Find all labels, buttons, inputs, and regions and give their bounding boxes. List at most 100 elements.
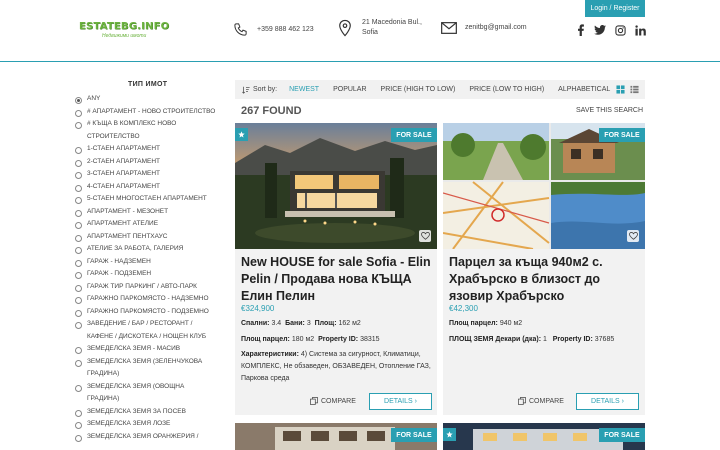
spec-label: Площ парцел: xyxy=(449,320,498,327)
spec-value: 3.4 xyxy=(271,320,282,327)
sort-option-popular[interactable]: POPULAR xyxy=(333,86,366,93)
favorite-heart-icon[interactable] xyxy=(419,230,431,242)
filter-label-line: ЗЕМЕДЕЛСКА ЗЕМЯ ОРАНЖЕРИЯ / xyxy=(87,432,199,440)
for-sale-badge: FOR SALE xyxy=(599,128,645,142)
radio-button[interactable] xyxy=(75,347,82,354)
filter-option-label: ЗЕМЕДЕЛСКА ЗЕМЯ ЗА ПОСЕВ xyxy=(87,406,186,419)
for-sale-badge: FOR SALE xyxy=(391,428,437,442)
contact-phone[interactable]: +359 888 462 123 xyxy=(233,22,314,37)
filter-option-label: АТЕЛИЕ ЗА РАБОТА, ГАЛЕРИЯ xyxy=(87,243,183,256)
radio-button[interactable] xyxy=(75,184,82,192)
compare-button[interactable]: COMPARE xyxy=(518,397,564,405)
logo-tagline: Недвижими имоти xyxy=(102,32,147,39)
twitter-icon[interactable] xyxy=(594,24,606,36)
linkedin-icon[interactable] xyxy=(634,24,646,36)
radio-button[interactable] xyxy=(75,109,82,117)
property-specs-row: Площ парцел: 180 м2 Property ID: 38315 xyxy=(241,334,433,345)
property-title[interactable]: New HOUSE for sale Sofia - Elin Pelin / … xyxy=(241,254,433,305)
radio-button[interactable] xyxy=(75,422,82,429)
grid-view-icon[interactable] xyxy=(616,85,625,94)
radio-button[interactable] xyxy=(75,147,82,154)
sort-option-alphabetical[interactable]: ALPHABETICAL xyxy=(558,86,610,93)
filter-option-label: ЗЕМЕДЕЛСКА ЗЕМЯ (ЗЕЛЕНЧУКОВА ГРАДИНА) xyxy=(87,356,202,381)
radio-button[interactable] xyxy=(75,434,82,442)
radio-button[interactable] xyxy=(75,122,82,129)
filter-option-label: ГАРАЖ - ПОДЗЕМЕН xyxy=(87,268,151,281)
filter-label-line: АПАРТАМЕНТ ПЕНТХАУС xyxy=(87,232,168,240)
spec-label: Площ: xyxy=(314,320,337,327)
radio-button[interactable] xyxy=(75,297,82,304)
sort-bar: Sort by: NEWEST POPULAR PRICE (HIGH TO L… xyxy=(235,80,645,99)
login-register-button[interactable]: Login / Register xyxy=(585,0,645,17)
filter-label-line: ГРАДИНА) xyxy=(87,395,120,402)
radio-button[interactable] xyxy=(75,209,82,217)
sort-option-newest[interactable]: NEWEST xyxy=(289,86,319,93)
spec-value: 180 м2 xyxy=(291,336,315,343)
filter-label-line: ГРАДИНА) xyxy=(87,370,120,377)
radio-button[interactable] xyxy=(75,359,82,367)
contact-email[interactable]: zenitbg@gmail.com xyxy=(441,22,527,34)
radio-button[interactable] xyxy=(75,172,82,179)
radio-button[interactable] xyxy=(75,222,82,229)
filter-option-label: ГАРАЖНО ПАРКОМЯСТО - ПОДЗЕМНО xyxy=(87,306,209,319)
list-view-icon[interactable] xyxy=(630,85,639,94)
radio-button[interactable] xyxy=(75,409,82,417)
property-specs-row: Площ парцел: 940 м2 xyxy=(449,318,641,329)
filter-option-label: ЗАВЕДЕНИЕ / БАР / РЕСТОРАНТ / КАФЕНЕ / ДИ… xyxy=(87,318,206,343)
filter-option-label: 2-СТАЕН АПАРТАМЕНТ xyxy=(87,156,160,169)
compare-button[interactable]: COMPARE xyxy=(310,397,356,405)
spec-label: ПЛОЩ ЗЕМЯ Декари (дка): xyxy=(449,336,542,343)
site-header: ESTATEBG.INFO Недвижими имоти +359 888 4… xyxy=(0,0,720,62)
filter-option-label: ЗЕМЕДЕЛСКА ЗЕМЯ ОРАНЖЕРИЯ / xyxy=(87,431,198,444)
radio-button[interactable] xyxy=(75,272,82,279)
radio-button[interactable] xyxy=(75,234,82,242)
filter-label-line: ANY xyxy=(87,95,101,102)
filter-label-line: 5-СТАЕН МНОГОСТАЕН АПАРТАМЕНТ xyxy=(87,195,207,202)
spec-value: 3 xyxy=(306,320,311,327)
spec-value: 37685 xyxy=(594,336,615,343)
details-button[interactable]: DETAILS › xyxy=(576,393,639,410)
spec-label: Property ID: xyxy=(318,336,359,343)
radio-button[interactable] xyxy=(75,384,82,392)
instagram-icon[interactable] xyxy=(614,24,626,36)
radio-button[interactable] xyxy=(75,309,82,317)
filter-label-line: СТРОИТЕЛСТВО xyxy=(87,132,140,140)
contact-address: 21 Macedonia Bul., Sofia xyxy=(338,18,422,38)
filter-label-line: ГАРАЖНО ПАРКОМЯСТО - ПОДЗЕМНО xyxy=(87,307,209,315)
radio-button[interactable] xyxy=(75,259,82,267)
radio-button[interactable] xyxy=(75,322,82,329)
site-logo[interactable]: ESTATEBG.INFO Недвижими имоти xyxy=(77,18,169,42)
property-type-filter-list: ANY # АПАРТАМЕНТ - НОВО СТРОИТЕЛСТВО # КЪЩ… xyxy=(75,95,225,447)
details-button[interactable]: DETAILS › xyxy=(369,393,432,410)
address-line-2: Sofia xyxy=(362,29,378,36)
compare-icon xyxy=(518,397,526,405)
for-sale-badge: FOR SALE xyxy=(599,428,645,442)
sort-option-price-low-high[interactable]: PRICE (LOW TO HIGH) xyxy=(469,86,544,93)
featured-star-icon xyxy=(235,128,248,141)
filter-label-line: АПАРТАМЕНТ - МЕЗОНЕТ xyxy=(87,207,169,215)
property-title[interactable]: Парцел за къща 940м2 с. Храбърско в близ… xyxy=(449,254,641,305)
sort-option-price-high-low[interactable]: PRICE (HIGH TO LOW) xyxy=(381,86,456,93)
radio-button[interactable] xyxy=(75,97,82,104)
radio-button[interactable] xyxy=(75,159,82,167)
property-type-heading: ТИП ИМОТ xyxy=(128,81,168,88)
filter-label-line: ЗЕМЕДЕЛСКА ЗЕМЯ ЛОЗЕ xyxy=(87,420,171,427)
filter-option[interactable]: ЗЕМЕДЕЛСКА ЗЕМЯ ОРАНЖЕРИЯ / xyxy=(75,431,225,447)
radio-button[interactable] xyxy=(75,197,82,204)
filter-option-label: АПАРТАМЕНТ - МЕЗОНЕТ xyxy=(87,206,168,219)
for-sale-badge: FOR SALE xyxy=(391,128,437,142)
filter-label-line: ЗЕМЕДЕЛСКА ЗЕМЯ - МАСИВ xyxy=(87,345,181,352)
spec-label: Площ парцел: xyxy=(241,336,290,343)
property-specs-row: ПЛОЩ ЗЕМЯ Декари (дка): 1 Property ID: 3… xyxy=(449,334,641,345)
radio-button[interactable] xyxy=(75,247,82,254)
save-search-link[interactable]: SAVE THIS SEARCH xyxy=(576,107,643,114)
filter-label-line: 3-СТАЕН АПАРТАМЕНТ xyxy=(87,170,161,177)
filter-option-label: # КЪЩА В КОМПЛЕКС НОВО СТРОИТЕЛСТВО xyxy=(87,118,176,143)
radio-button[interactable] xyxy=(75,284,82,292)
featured-star-icon xyxy=(443,428,456,441)
property-photo[interactable]: FOR SALE xyxy=(443,123,645,249)
facebook-icon[interactable] xyxy=(575,24,587,36)
favorite-heart-icon[interactable] xyxy=(627,230,639,242)
property-photo[interactable]: FOR SALE xyxy=(235,123,437,249)
phone-icon xyxy=(234,23,247,36)
